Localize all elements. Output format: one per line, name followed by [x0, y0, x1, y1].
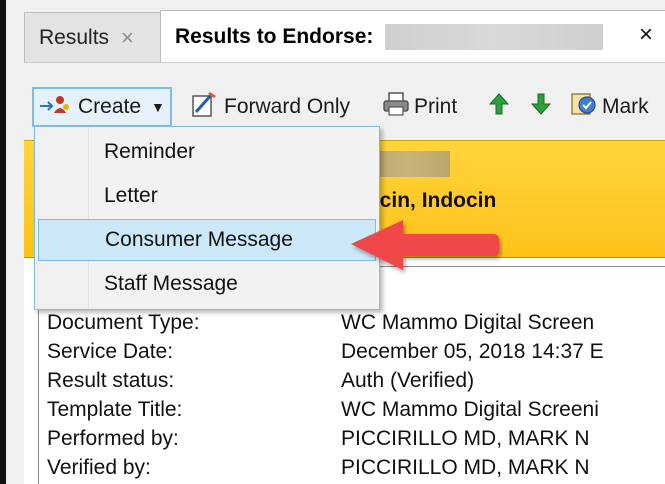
detail-value: WC Mammo Digital Screen: [341, 311, 595, 334]
detail-value: PICCIRILLO MD, MARK N: [341, 427, 590, 450]
tab-endorse-label: Results to Endorse:: [175, 24, 374, 48]
move-down-button[interactable]: [530, 89, 552, 125]
tab-results-label: Results: [39, 25, 110, 49]
close-icon[interactable]: ×: [639, 21, 653, 49]
detail-value: Auth (Verified): [341, 369, 475, 392]
menu-item-staff-message[interactable]: Staff Message: [38, 263, 376, 305]
detail-label: Template Title:: [47, 398, 183, 421]
results-window: Results × Results to Endorse: × Create ▼: [0, 0, 665, 484]
forward-only-button[interactable]: Forward Only: [190, 89, 350, 125]
close-icon[interactable]: ×: [121, 25, 134, 51]
tab-results[interactable]: Results ×: [24, 12, 164, 62]
mark-button[interactable]: Mark: [570, 89, 649, 125]
chevron-down-icon: ▼: [151, 99, 165, 115]
mark-label: Mark: [602, 95, 649, 118]
redacted-banner-text: [370, 151, 450, 177]
print-label: Print: [414, 95, 458, 118]
create-button[interactable]: Create ▼: [32, 87, 172, 127]
create-action-icon: [38, 93, 74, 121]
detail-label: Service Date:: [47, 340, 174, 363]
up-arrow-icon: [488, 92, 510, 122]
create-label: Create: [78, 95, 142, 118]
forward-only-label: Forward Only: [224, 95, 351, 118]
down-arrow-icon: [530, 92, 552, 122]
detail-label: Document Type:: [47, 311, 200, 334]
move-up-button[interactable]: [488, 89, 510, 125]
menu-item-consumer-message[interactable]: Consumer Message: [38, 219, 376, 261]
create-dropdown-menu: Reminder Letter Consumer Message Staff M…: [34, 126, 380, 310]
window-left-border: [0, 0, 6, 484]
detail-value: WC Mammo Digital Screeni: [341, 398, 599, 421]
printer-icon: [382, 91, 410, 123]
mark-icon: [570, 90, 598, 124]
forward-edit-icon: [190, 90, 220, 124]
annotation-arrow-icon: [347, 216, 503, 283]
print-button[interactable]: Print: [382, 89, 457, 125]
detail-value: PICCIRILLO MD, MARK N: [341, 456, 590, 479]
detail-label: Verified by:: [47, 456, 151, 479]
tab-results-to-endorse[interactable]: Results to Endorse: ×: [160, 10, 665, 62]
menu-item-letter[interactable]: Letter: [38, 175, 376, 217]
redacted-patient-name: [385, 23, 604, 50]
detail-label: Result status:: [47, 369, 175, 392]
menu-item-reminder[interactable]: Reminder: [38, 131, 376, 173]
detail-label: Performed by:: [47, 427, 179, 450]
detail-value: December 05, 2018 14:37 E: [341, 340, 604, 363]
allergy-text: ycin, Indocin: [368, 189, 497, 212]
